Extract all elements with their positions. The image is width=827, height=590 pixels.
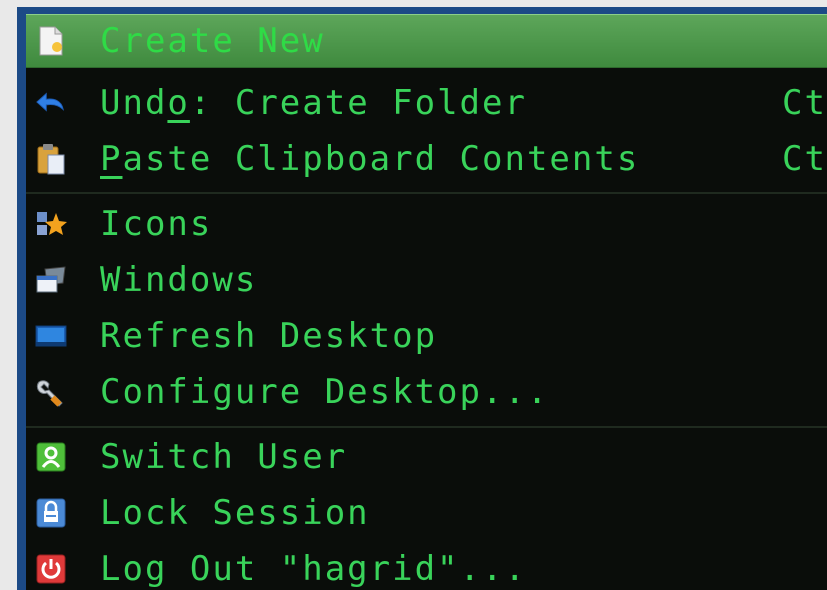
- undo-arrow-icon: [35, 87, 67, 119]
- menu-item-switch-user[interactable]: Switch User: [26, 432, 827, 482]
- icons-sparkle-icon: [35, 208, 67, 240]
- power-logout-icon: [35, 553, 67, 585]
- menu-item-refresh-desktop[interactable]: Refresh Desktop: [26, 311, 827, 361]
- menu-item-icons[interactable]: Icons: [26, 199, 827, 249]
- menu-item-configure-desktop[interactable]: Configure Desktop...: [26, 367, 827, 417]
- menu-item-paste[interactable]: Paste Clipboard Contents Ct: [26, 134, 827, 184]
- desktop-refresh-icon: [35, 320, 67, 352]
- menu-item-label: Lock Session: [100, 493, 370, 533]
- menu-item-label: Create New: [100, 21, 325, 61]
- lock-icon: [35, 497, 67, 529]
- switch-user-icon: [35, 441, 67, 473]
- menu-item-create-new[interactable]: Create New: [26, 14, 827, 68]
- document-new-icon: [35, 25, 67, 57]
- menu-separator: [26, 192, 827, 194]
- menu-item-undo[interactable]: Undo: Create Folder Ct: [26, 78, 827, 128]
- menu-item-lock-session[interactable]: Lock Session: [26, 488, 827, 538]
- menu-separator: [26, 426, 827, 428]
- menu-item-windows[interactable]: Windows: [26, 255, 827, 305]
- wrench-icon: [35, 376, 67, 408]
- menu-item-label: Log Out "hagrid"...: [100, 549, 527, 589]
- clipboard-paste-icon: [35, 143, 67, 175]
- menu-item-shortcut: Ct: [782, 83, 827, 123]
- desktop-context-menu: Create New Undo: Create Folder Ct Paste …: [26, 14, 827, 590]
- menu-item-log-out[interactable]: Log Out "hagrid"...: [26, 544, 827, 590]
- menu-item-label: Configure Desktop...: [100, 372, 550, 412]
- menu-item-label: Switch User: [100, 437, 348, 477]
- menu-item-shortcut: Ct: [782, 139, 827, 179]
- menu-item-label: Windows: [100, 260, 258, 300]
- menu-item-label: Refresh Desktop: [100, 316, 438, 356]
- windows-stack-icon: [35, 264, 67, 296]
- menu-item-label: Icons: [100, 204, 213, 244]
- menu-item-label: Undo: Create Folder: [100, 83, 527, 123]
- menu-item-label: Paste Clipboard Contents: [100, 139, 640, 179]
